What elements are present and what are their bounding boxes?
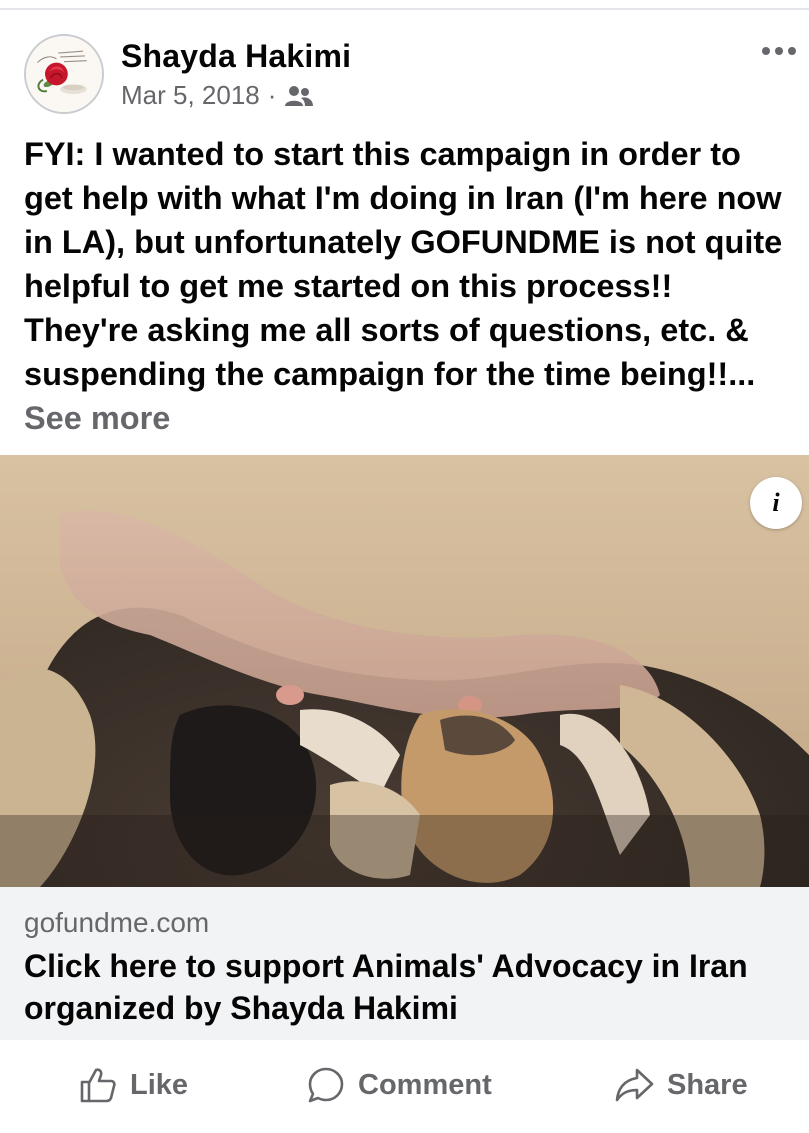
share-label: Share	[667, 1068, 748, 1101]
link-preview[interactable]: gofundme.com Click here to support Anima…	[0, 887, 809, 1040]
dog-nursing-puppies-photo	[0, 455, 809, 887]
share-arrow-icon	[615, 1068, 654, 1102]
meta-separator: ·	[267, 80, 277, 110]
post-image[interactable]	[0, 455, 809, 887]
post-header: Shayda Hakimi Mar 5, 2018 ·	[0, 30, 809, 120]
share-button[interactable]: Share	[613, 1060, 748, 1110]
link-domain: gofundme.com	[24, 907, 210, 938]
more-horizontal-icon	[762, 47, 796, 55]
thumbs-up-icon	[80, 1068, 116, 1103]
info-icon: i	[772, 488, 780, 517]
post-meta: Mar 5, 2018 ·	[121, 80, 314, 111]
avatar-rose-image	[26, 36, 102, 112]
action-bar: Like Comment Share	[0, 1060, 809, 1110]
top-divider	[0, 8, 809, 10]
author-name[interactable]: Shayda Hakimi	[121, 38, 351, 75]
link-title[interactable]: Click here to support Animals' Advocacy …	[24, 945, 784, 1029]
like-button[interactable]: Like	[78, 1060, 188, 1110]
post-body-text: FYI: I wanted to start this campaign in …	[24, 136, 783, 392]
avatar[interactable]	[24, 34, 104, 114]
comment-button[interactable]: Comment	[306, 1060, 492, 1110]
post-text: FYI: I wanted to start this campaign in …	[24, 132, 794, 440]
comment-label: Comment	[358, 1068, 492, 1101]
info-button[interactable]: i	[750, 477, 802, 529]
comment-bubble-icon	[308, 1067, 344, 1103]
like-label: Like	[130, 1068, 189, 1101]
see-more-link[interactable]: See more	[24, 400, 170, 436]
more-options-button[interactable]	[757, 36, 801, 66]
post-date[interactable]: Mar 5, 2018	[121, 80, 260, 111]
friends-icon[interactable]	[284, 84, 314, 108]
